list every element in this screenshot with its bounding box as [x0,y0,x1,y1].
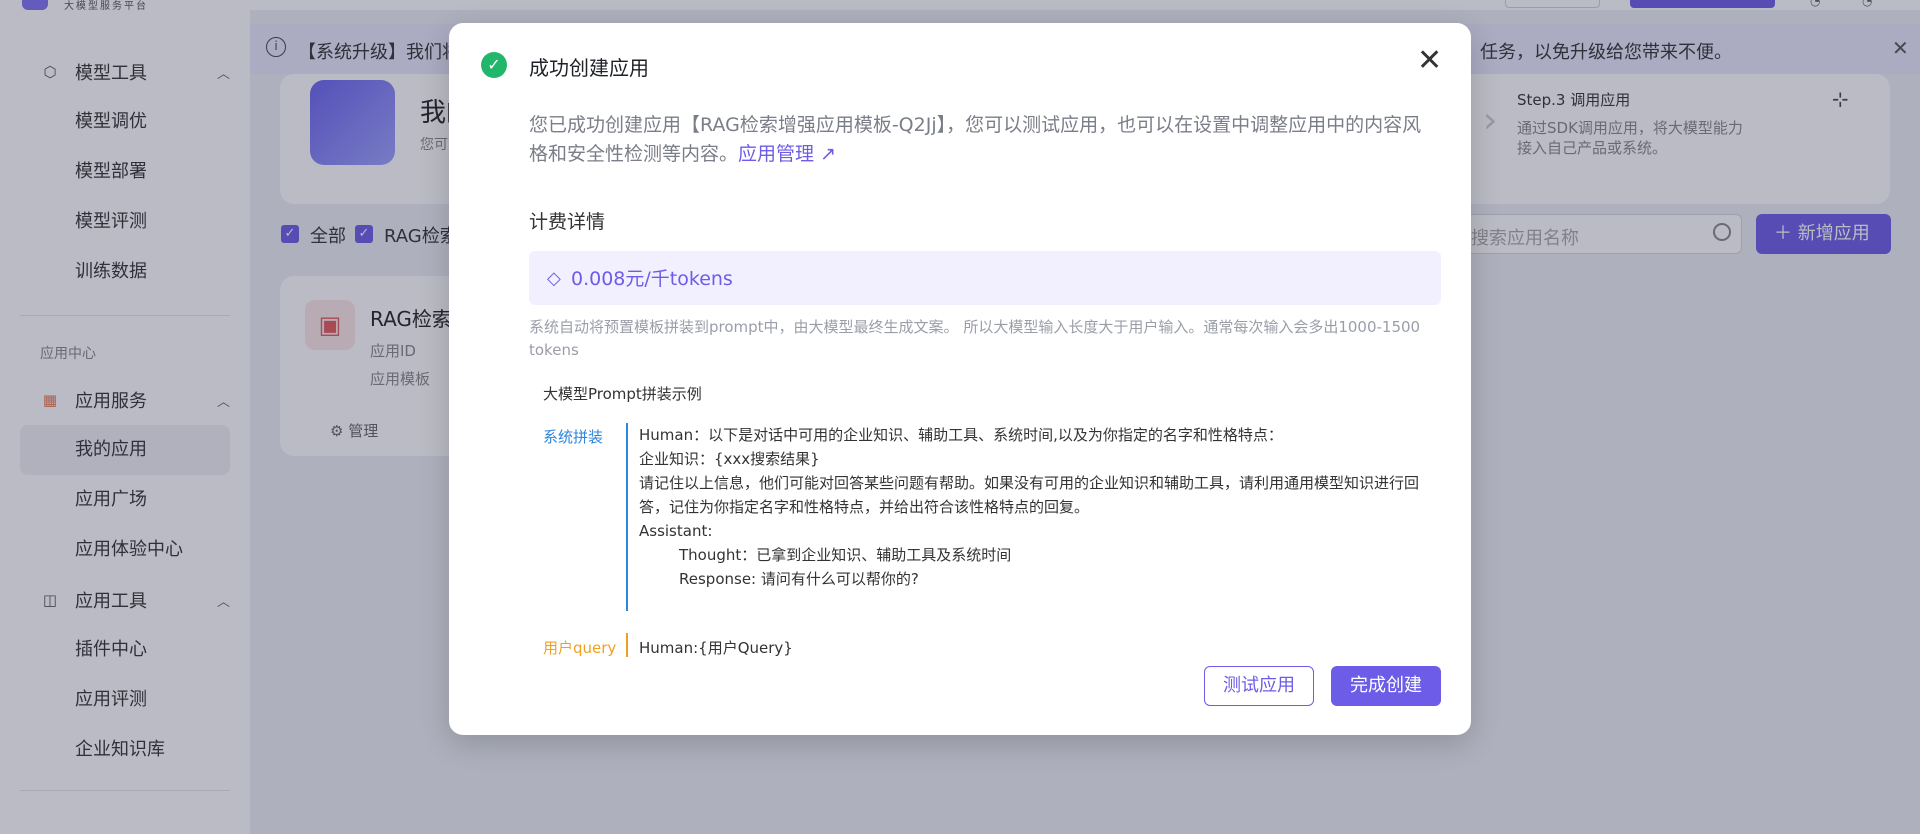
system-assembly-text: Human：以下是对话中可用的企业知识、辅助工具、系统时间,以及为你指定的名字和… [639,423,1429,591]
app-manage-link[interactable]: 应用管理 ↗ [738,143,836,165]
price-box: ◇ 0.008元/千tokens [529,251,1441,305]
sys-line: Human：以下是对话中可用的企业知识、辅助工具、系统时间,以及为你指定的名字和… [639,426,1283,444]
sys-line-indented: Response: 请问有什么可以帮你的? [679,570,919,588]
sys-line: Assistant: [639,522,713,540]
user-query-label: 用户query [543,639,617,657]
sys-line: 请记住以上信息，他们可能对回答某些问题有帮助。如果没有可用的企业知识和辅助工具，… [639,474,1420,516]
system-assembly-bar [626,423,628,611]
billing-section-title: 计费详情 [529,211,606,233]
sys-line: 企业知识：{xxx搜索结果} [639,450,820,468]
dialog-title: 成功创建应用 [529,56,649,80]
user-query-bar [626,633,628,657]
success-dialog: ✓ 成功创建应用 ✕ 您已成功创建应用【RAG检索增强应用模板-Q2Jj】，您可… [449,23,1471,735]
prompt-example-title: 大模型Prompt拼装示例 [543,385,702,403]
system-assembly-label: 系统拼装 [543,428,604,446]
dialog-description: 您已成功创建应用【RAG检索增强应用模板-Q2Jj】，您可以测试应用，也可以在设… [529,111,1439,169]
price-tag-icon: ◇ [547,268,561,289]
dialog-description-text: 您已成功创建应用【RAG检索增强应用模板-Q2Jj】，您可以测试应用，也可以在设… [529,114,1422,165]
billing-note: 系统自动将预置模板拼装到prompt中，由大模型最终生成文案。 所以大模型输入长… [529,318,1421,359]
close-icon[interactable]: ✕ [1417,43,1442,78]
price-value: 0.008元/千tokens [571,268,733,290]
success-check-icon: ✓ [481,52,507,78]
user-query-text: Human:{用户Query} [639,639,793,657]
finish-create-button[interactable]: 完成创建 [1331,666,1441,706]
sys-line-indented: Thought：已拿到企业知识、辅助工具及系统时间 [679,546,1012,564]
test-app-button[interactable]: 测试应用 [1204,666,1314,706]
